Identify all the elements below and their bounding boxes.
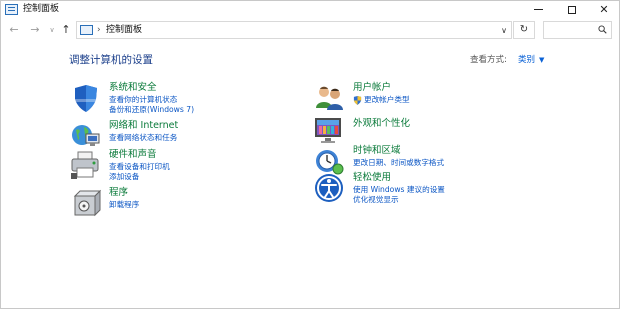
category-link[interactable]: 查看你的计算机状态 <box>109 95 177 105</box>
forward-button[interactable]: → <box>28 22 42 38</box>
category-title[interactable]: 时钟和区域 <box>353 145 401 157</box>
display-icon[interactable] <box>313 115 345 147</box>
programs-box-icon[interactable] <box>69 187 101 219</box>
search-icon[interactable] <box>598 25 607 34</box>
view-by-dropdown[interactable]: 类别 <box>518 54 535 66</box>
minimize-icon <box>533 9 543 10</box>
breadcrumb[interactable]: 控制面板 <box>106 23 142 38</box>
address-dropdown-button[interactable]: ∨ <box>501 23 507 38</box>
category-ease-of-access: 轻松使用 使用 Windows 建议的设置 优化视觉显示 <box>313 172 533 206</box>
close-button[interactable]: ✕ <box>587 1 620 18</box>
category-link[interactable]: 更改帐户类型 <box>364 95 410 105</box>
category-system-security: 系统和安全 查看你的计算机状态 备份和还原(Windows 7) <box>69 82 269 116</box>
category-title[interactable]: 轻松使用 <box>353 172 391 184</box>
view-by-label: 查看方式: <box>470 55 507 65</box>
control-panel-window: 控制面板 ✕ ← → ∨ ↑ › 控制面板 ∨ ↻ 调整计算机的设置 查看方式:… <box>0 0 620 309</box>
ease-of-access-icon[interactable] <box>313 172 345 204</box>
navigation-bar: ← → ∨ ↑ › 控制面板 ∨ ↻ <box>1 20 619 40</box>
category-link[interactable]: 使用 Windows 建议的设置 <box>353 185 445 195</box>
category-title[interactable]: 程序 <box>109 187 128 199</box>
category-link[interactable]: 备份和还原(Windows 7) <box>109 105 194 115</box>
shield-icon[interactable] <box>69 82 101 114</box>
category-appearance: 外观和个性化 <box>313 115 513 147</box>
chevron-down-icon[interactable]: ▼ <box>539 54 544 66</box>
up-button[interactable]: ↑ <box>59 22 73 38</box>
category-link[interactable]: 优化视觉显示 <box>353 195 399 205</box>
maximize-button[interactable] <box>555 1 589 18</box>
page-title: 调整计算机的设置 <box>69 54 153 66</box>
category-title[interactable]: 硬件和声音 <box>109 149 157 161</box>
globe-network-icon[interactable] <box>69 120 101 152</box>
refresh-button[interactable]: ↻ <box>513 21 535 39</box>
category-network: 网络和 Internet 查看网络状态和任务 <box>69 120 269 152</box>
search-input[interactable] <box>543 21 612 39</box>
users-icon[interactable] <box>313 82 345 114</box>
back-button[interactable]: ← <box>7 22 21 38</box>
category-hardware-sound: 硬件和声音 查看设备和打印机 添加设备 <box>69 149 269 183</box>
printer-icon[interactable] <box>69 149 101 181</box>
uac-shield-icon <box>353 96 362 105</box>
recent-locations-button[interactable]: ∨ <box>45 22 59 38</box>
title-bar: 控制面板 ✕ <box>1 1 619 18</box>
control-panel-icon <box>80 25 93 35</box>
minimize-button[interactable] <box>521 1 555 18</box>
category-title[interactable]: 系统和安全 <box>109 82 157 94</box>
maximize-icon <box>568 5 576 14</box>
category-link[interactable]: 添加设备 <box>109 172 139 182</box>
category-link[interactable]: 卸载程序 <box>109 200 139 210</box>
category-title[interactable]: 用户帐户 <box>353 82 391 94</box>
category-link[interactable]: 查看网络状态和任务 <box>109 133 177 143</box>
category-programs: 程序 卸载程序 <box>69 187 269 219</box>
address-bar[interactable]: › 控制面板 ∨ <box>76 21 512 39</box>
window-title: 控制面板 <box>23 4 60 14</box>
control-panel-icon <box>5 4 18 15</box>
close-icon: ✕ <box>599 3 609 16</box>
category-title[interactable]: 网络和 Internet <box>109 120 178 132</box>
category-link[interactable]: 更改日期、时间或数字格式 <box>353 158 444 168</box>
category-title[interactable]: 外观和个性化 <box>353 118 410 130</box>
breadcrumb-separator[interactable]: › <box>97 23 101 38</box>
category-user-accounts: 用户帐户 更改帐户类型 <box>313 82 513 112</box>
category-clock-region: 时钟和区域 更改日期、时间或数字格式 <box>313 145 533 175</box>
category-link[interactable]: 查看设备和打印机 <box>109 162 170 172</box>
